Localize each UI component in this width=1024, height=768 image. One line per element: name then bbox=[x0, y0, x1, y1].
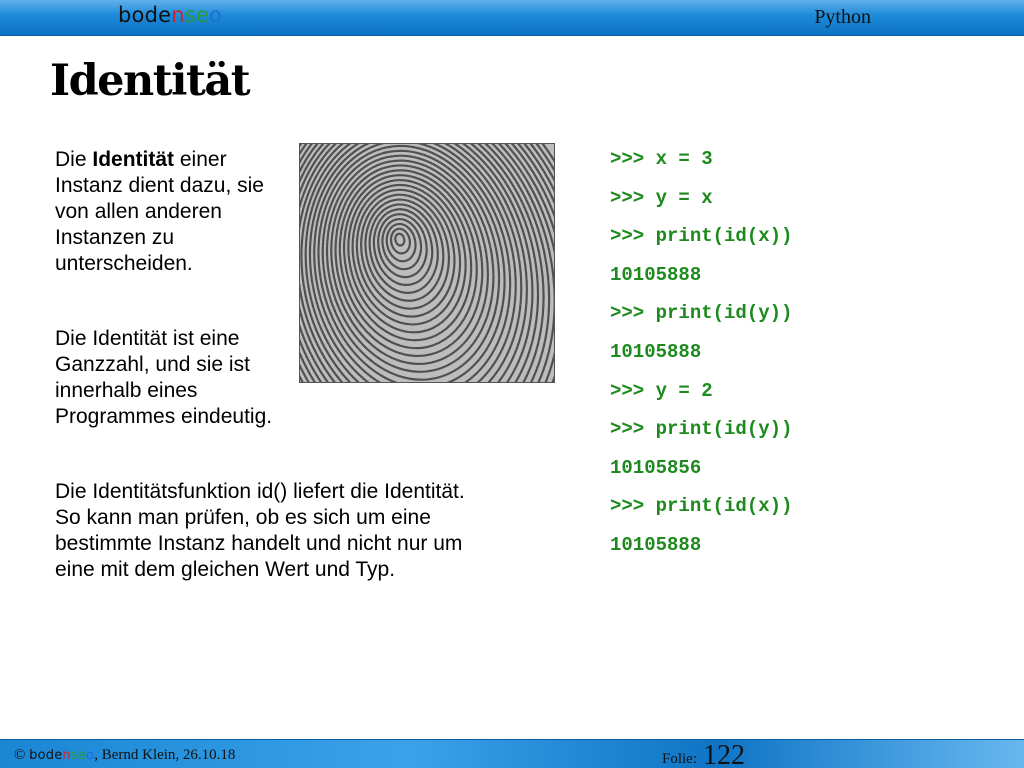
code-line: >>> y = x bbox=[610, 186, 713, 209]
fingerprint-icon bbox=[300, 144, 554, 382]
slide-number: Folie: 122 bbox=[662, 740, 746, 768]
code-line: 10105888 bbox=[610, 533, 702, 556]
code-line: >>> print(id(y)) bbox=[610, 302, 793, 325]
slide-title: Identität bbox=[50, 56, 251, 106]
paragraph-identity-integer: Die Identität ist eine Ganzzahl, und sie… bbox=[55, 327, 273, 428]
footer-bar: © bodenseo, Bernd Klein, 26.10.18 Folie:… bbox=[0, 739, 1024, 768]
header-bar: bodenseo Python bbox=[0, 0, 1024, 36]
code-line: >>> print(id(x)) bbox=[610, 225, 793, 248]
code-line: >>> print(id(y)) bbox=[610, 418, 793, 441]
code-line: >>> x = 3 bbox=[610, 148, 713, 170]
header-title: Python bbox=[814, 6, 871, 28]
paragraph-id-function: Die Identitätsfunktion id() liefert die … bbox=[55, 480, 465, 581]
code-line: >>> print(id(x)) bbox=[610, 495, 793, 518]
code-line: 10105888 bbox=[610, 263, 702, 286]
code-line: >>> y = 2 bbox=[610, 379, 713, 402]
bodenseo-logo: bodenseo bbox=[118, 3, 223, 27]
fingerprint-image bbox=[299, 143, 555, 383]
footer-logo: bodenseo bbox=[29, 748, 95, 763]
code-block: >>> x = 3 >>> y = x >>> print(id(x)) 101058… bbox=[610, 146, 792, 571]
footer-credits: © bodenseo, Bernd Klein, 26.10.18 bbox=[14, 747, 236, 763]
code-line: 10105856 bbox=[610, 456, 702, 479]
paragraph-identity-definition: Die Identität einer Instanz dient dazu, … bbox=[55, 148, 264, 275]
code-line: 10105888 bbox=[610, 340, 702, 363]
